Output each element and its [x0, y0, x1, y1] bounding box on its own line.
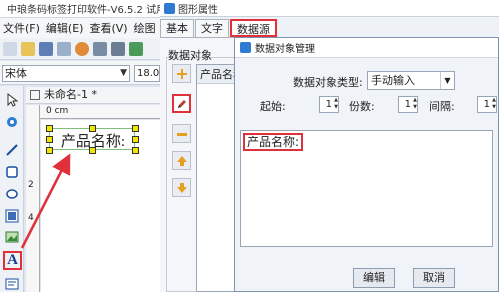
resize-handle[interactable] — [46, 147, 53, 154]
menu-draw[interactable]: 绘图 — [131, 20, 159, 36]
save-icon[interactable] — [39, 41, 53, 56]
data-type-select[interactable]: 手动输入 ▼ — [367, 71, 455, 90]
open-folder-icon[interactable] — [21, 41, 35, 56]
data-object-group-label: 数据对象 — [168, 49, 212, 62]
new-file-icon[interactable] — [3, 41, 17, 56]
start-label: 起始: — [260, 100, 286, 113]
dialog-title-bar: 数据对象管理 — [235, 38, 498, 58]
menu-view[interactable]: 查看(V) — [86, 20, 130, 36]
resize-handle[interactable] — [132, 136, 139, 143]
line-tool-icon[interactable] — [4, 142, 20, 158]
copies-label: 份数: — [349, 100, 375, 113]
horizontal-ruler: 0 cm — [40, 105, 160, 119]
property-window-title: 图形属性 — [178, 4, 218, 16]
tab-data-source[interactable]: 数据源 — [230, 19, 277, 37]
chevron-down-icon: ▼ — [120, 68, 127, 78]
app-title: 中琅条码标签打印软件-V6.5.2 试用 — [7, 5, 167, 16]
ruler-v-label-2: 2 — [28, 180, 34, 190]
property-window-icon — [164, 2, 175, 14]
print-icon[interactable] — [111, 41, 125, 56]
select-pointer-icon[interactable] — [4, 92, 20, 108]
text-tool-icon[interactable]: A — [3, 251, 22, 270]
interval-label: 间隔: — [429, 100, 455, 113]
font-size-select[interactable]: 18.0 — [134, 65, 160, 82]
start-stepper[interactable]: 1 ▲ ▼ — [319, 96, 339, 113]
menu-file[interactable]: 文件(F) — [0, 20, 43, 36]
print-setup-icon[interactable] — [57, 41, 71, 56]
manual-input-text: 产品名称: — [243, 133, 304, 151]
stepper-arrows-icon[interactable]: ▲ ▼ — [332, 97, 338, 112]
interval-stepper[interactable]: 1 ▲ ▼ — [477, 96, 497, 113]
font-family-value: 宋体 — [5, 67, 27, 80]
stepper-arrows-icon[interactable]: ▲ ▼ — [411, 97, 417, 112]
image-tool-icon[interactable] — [4, 229, 20, 245]
print-preview-icon[interactable] — [93, 41, 107, 56]
resize-handle[interactable] — [89, 147, 96, 154]
label-canvas[interactable]: 产品名称: — [41, 120, 160, 292]
resize-handle[interactable] — [46, 125, 53, 132]
cancel-button[interactable]: 取消 — [413, 268, 455, 288]
document-tab[interactable]: 未命名-1 * — [26, 87, 160, 104]
data-object-dialog: 数据对象管理 数据对象类型: 手动输入 ▼ 起始: 1 ▲ ▼ 份数: 1 ▲ ▼ … — [234, 37, 499, 292]
data-type-value: 手动输入 — [371, 74, 415, 87]
settings-icon[interactable] — [75, 41, 89, 56]
font-toolbar: 宋体 ▼ 18.0 — [0, 61, 160, 85]
resize-handle[interactable] — [46, 136, 53, 143]
menu-edit[interactable]: 编辑(E) — [43, 20, 87, 36]
add-icon[interactable] — [172, 64, 191, 83]
ruler-h-label: 0 cm — [46, 106, 69, 116]
edit-pencil-icon[interactable] — [172, 94, 191, 113]
rectangle-tool-icon[interactable] — [4, 164, 20, 180]
dialog-icon — [240, 42, 251, 53]
font-family-select[interactable]: 宋体 ▼ — [2, 65, 130, 82]
main-toolbar — [0, 38, 160, 60]
ruler-v-label-4: 4 — [28, 213, 34, 223]
data-object-list-item[interactable]: 产品名称 — [197, 65, 235, 84]
barcode-tool-icon[interactable] — [4, 208, 20, 224]
manual-input-textarea[interactable]: 产品名称: — [240, 130, 493, 247]
copies-stepper[interactable]: 1 ▲ ▼ — [398, 96, 418, 113]
resize-handle[interactable] — [89, 125, 96, 132]
property-tabs: 基本 文字 数据源 — [160, 17, 499, 37]
document-icon — [30, 90, 40, 100]
vertical-ruler: 2 4 — [26, 105, 40, 292]
rich-text-tool-icon[interactable] — [4, 276, 20, 292]
stepper-arrows-icon[interactable]: ▲ ▼ — [490, 97, 496, 112]
delete-icon[interactable] — [172, 124, 191, 143]
resize-handle[interactable] — [132, 147, 139, 154]
app-title-bar: 中琅条码标签打印软件-V6.5.2 试用 — [0, 0, 166, 18]
dialog-title: 数据对象管理 — [255, 44, 315, 55]
data-type-label: 数据对象类型: — [293, 76, 363, 89]
document-tab-label: 未命名-1 * — [44, 88, 97, 101]
tab-basic[interactable]: 基本 — [160, 19, 194, 37]
move-up-icon[interactable] — [172, 151, 191, 170]
tab-text[interactable]: 文字 — [195, 19, 229, 37]
property-window-title-bar: 图形属性 — [160, 0, 499, 17]
menu-bar: 文件(F) 编辑(E) 查看(V) 绘图 — [0, 18, 160, 38]
move-down-icon[interactable] — [172, 178, 191, 197]
ellipse-tool-icon[interactable] — [4, 186, 20, 202]
zoom-icon[interactable] — [4, 114, 20, 130]
chevron-down-icon: ▼ — [440, 72, 454, 89]
edit-button[interactable]: 编辑 — [353, 268, 395, 288]
resize-handle[interactable] — [132, 125, 139, 132]
database-icon[interactable] — [129, 41, 143, 56]
data-object-list[interactable]: 产品名称 — [196, 64, 236, 292]
drawing-toolbar: A — [0, 86, 24, 292]
